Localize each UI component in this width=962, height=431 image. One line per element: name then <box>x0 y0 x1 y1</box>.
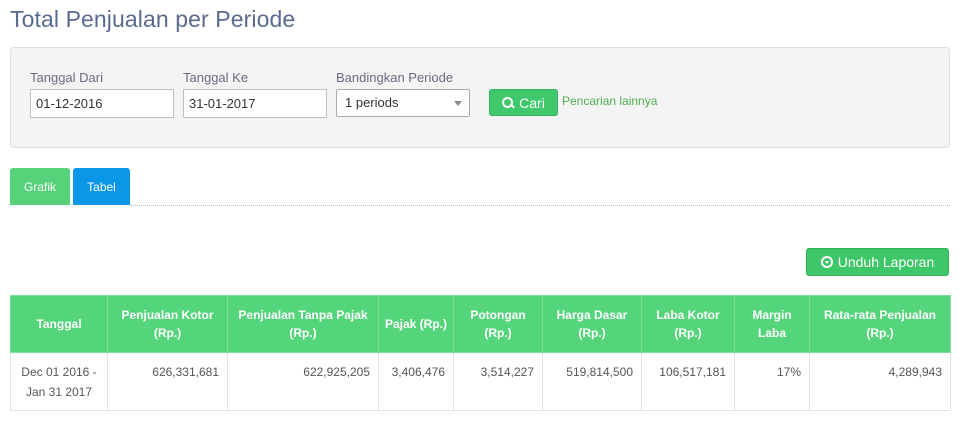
search-button[interactable]: Cari <box>489 89 558 116</box>
bandingkan-periode-label: Bandingkan Periode <box>336 70 454 85</box>
bandingkan-periode-value: 1 periods <box>345 95 399 110</box>
header-potongan[interactable]: Potongan (Rp.) <box>453 295 543 353</box>
header-laba-kotor[interactable]: Laba Kotor (Rp.) <box>641 295 735 353</box>
tab-divider <box>130 205 950 206</box>
header-penjualan-tanpa-pajak[interactable]: Penjualan Tanpa Pajak (Rp.) <box>227 295 379 353</box>
header-harga-dasar[interactable]: Harga Dasar (Rp.) <box>542 295 642 353</box>
cell-harga-dasar: 519,814,500 <box>542 352 642 411</box>
filter-panel: Tanggal Dari Tanggal Ke Bandingkan Perio… <box>10 47 950 148</box>
table-header-row: Tanggal Penjualan Kotor (Rp.) Penjualan … <box>10 295 951 353</box>
header-pajak[interactable]: Pajak (Rp.) <box>378 295 454 353</box>
cell-penjualan-kotor: 626,331,681 <box>107 352 228 411</box>
cell-potongan: 3,514,227 <box>453 352 543 411</box>
header-penjualan-kotor[interactable]: Penjualan Kotor (Rp.) <box>107 295 228 353</box>
bandingkan-periode-select[interactable]: 1 periods <box>336 89 470 117</box>
cell-rata-rata-penjualan: 4,289,943 <box>809 352 951 411</box>
tanggal-ke-label: Tanggal Ke <box>183 70 249 85</box>
page-title: Total Penjualan per Periode <box>10 6 296 32</box>
cell-laba-kotor: 106,517,181 <box>641 352 735 411</box>
cell-tanggal: Dec 01 2016 - Jan 31 2017 <box>10 352 108 411</box>
tanggal-ke-field: Tanggal Ke <box>183 70 327 118</box>
sales-report-table: Tanggal Penjualan Kotor (Rp.) Penjualan … <box>10 295 951 411</box>
cell-pajak: 3,406,476 <box>378 352 454 411</box>
header-margin-laba[interactable]: Margin Laba <box>734 295 810 353</box>
tab-grafik[interactable]: Grafik <box>10 168 70 205</box>
tab-tabel[interactable]: Tabel <box>73 168 130 205</box>
tanggal-dari-label: Tanggal Dari <box>30 70 103 85</box>
tanggal-dari-input[interactable] <box>30 89 174 118</box>
search-button-label: Cari <box>519 94 545 111</box>
more-search-link[interactable]: Pencarian lainnya <box>562 94 657 108</box>
header-tanggal[interactable]: Tanggal <box>10 295 108 353</box>
tanggal-ke-input[interactable] <box>183 89 327 118</box>
search-icon <box>502 96 514 109</box>
cell-margin-laba: 17% <box>734 352 810 411</box>
table-row: Dec 01 2016 - Jan 31 2017 626,331,681 62… <box>10 352 951 411</box>
download-report-button[interactable]: Unduh Laporan <box>806 248 949 276</box>
tanggal-dari-field: Tanggal Dari <box>30 70 174 118</box>
chevron-down-icon <box>454 101 462 106</box>
cell-penjualan-tanpa-pajak: 622,925,205 <box>227 352 379 411</box>
download-report-label: Unduh Laporan <box>837 254 935 270</box>
download-icon <box>820 256 833 268</box>
bandingkan-periode-field: Bandingkan Periode 1 periods <box>336 70 470 117</box>
header-rata-rata-penjualan[interactable]: Rata-rata Penjualan (Rp.) <box>809 295 951 353</box>
